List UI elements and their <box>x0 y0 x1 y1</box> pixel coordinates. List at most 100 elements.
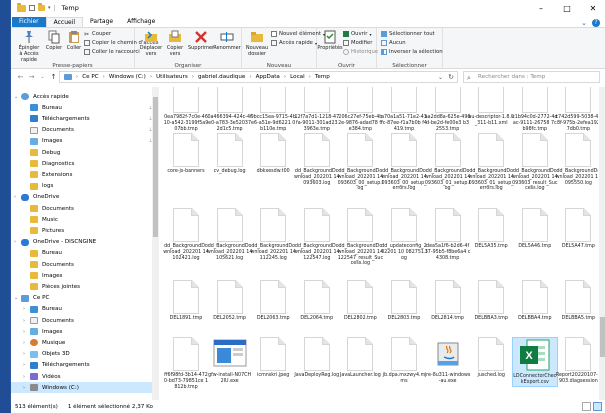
tab-partage[interactable]: Partage <box>83 17 120 27</box>
file-item[interactable]: dd_BackgroundDownload_202201 14122547_re… <box>337 208 383 267</box>
breadcrumb-item[interactable]: Utilisateurs <box>156 74 188 80</box>
nav-item[interactable]: › Images <box>11 326 157 337</box>
nav-item[interactable]: Pièces jointes <box>11 281 157 292</box>
nav-item[interactable]: ⌄ Accès rapide <box>11 91 157 102</box>
select-none-button[interactable]: Aucun <box>381 40 406 46</box>
chevron-right-icon[interactable]: › <box>23 318 30 324</box>
chevron-right-icon[interactable]: › <box>23 385 30 391</box>
nav-item[interactable]: Extensions <box>11 169 157 180</box>
nav-scrollbar[interactable] <box>152 87 159 400</box>
qa-dropdown-icon[interactable]: ▾ <box>48 5 51 11</box>
file-item[interactable]: dd_BackgroundDownload_202201 14102421.lo… <box>163 208 209 261</box>
file-item[interactable]: 0ea7982f-7c0e-4610-a542-3199f5a907bb.tmp <box>163 87 209 132</box>
nav-item[interactable]: Bureau ⊥ <box>11 102 157 113</box>
nav-item[interactable]: Debug <box>11 147 157 158</box>
invert-selection-button[interactable]: Inverser la sélection <box>381 49 443 55</box>
file-item[interactable]: dd_BackgroundDownload_202201 14093603_00… <box>381 133 427 192</box>
file-item[interactable]: DEL2064.tmp <box>294 280 340 322</box>
file-item[interactable]: JavaDeployReg.log <box>294 337 340 379</box>
nav-item[interactable]: Diagnostics <box>11 158 157 169</box>
nav-item[interactable]: › Bureau <box>11 304 157 315</box>
file-item[interactable]: cv_debug.log <box>207 133 253 175</box>
nav-item[interactable]: Bureau <box>11 248 157 259</box>
file-item[interactable]: jusched.log <box>468 337 514 379</box>
file-item[interactable]: Report20220107-0903.diagsession <box>555 337 598 385</box>
history-button[interactable]: Historique <box>343 49 378 55</box>
file-item[interactable]: dbkxesdw.t00 <box>250 133 296 175</box>
nav-item[interactable]: › Objets 3D <box>11 349 157 360</box>
file-item[interactable]: DEL5A46.tmp <box>512 208 558 250</box>
recent-dropdown-icon[interactable]: ⌄ <box>37 74 48 80</box>
file-item[interactable]: 9bcc15ea-9715-4be6-a51e-9d6221 0b110e.tm… <box>250 87 296 132</box>
file-item[interactable]: dd_BackgroundDownload_202201 14093603_00… <box>337 133 383 192</box>
copy-button[interactable]: Copier <box>45 30 63 51</box>
chevron-down-icon[interactable]: ⌄ <box>14 295 21 301</box>
file-item[interactable]: jre-8u311-windows-au.exe <box>425 337 471 385</box>
file-item[interactable]: dd_updateconfig_202201 10 082751.log <box>381 208 427 261</box>
chevron-right-icon[interactable]: › <box>14 194 21 200</box>
breadcrumb-item[interactable]: Windows (C:) <box>109 74 146 80</box>
file-item[interactable]: dd_BackgroundDownload_202201 14122547.lo… <box>294 208 340 261</box>
rename-button[interactable]: Renommer <box>213 30 241 51</box>
nav-item[interactable]: Pictures <box>11 225 157 236</box>
large-icons-view-button[interactable] <box>593 402 602 411</box>
nav-item[interactable]: › OneDrive - DISCNGINE <box>11 237 157 248</box>
breadcrumb-item[interactable]: Local <box>290 74 305 80</box>
breadcrumb-item[interactable]: AppData <box>256 74 280 80</box>
nav-item[interactable]: › Vidéos <box>11 371 157 382</box>
paste-shortcut-button[interactable]: Coller le raccourci <box>84 49 140 55</box>
address-bar[interactable]: › Ce PC › Windows (C:) › Utilisateurs › gabrie… <box>59 71 458 83</box>
chevron-right-icon[interactable]: › <box>150 74 152 80</box>
file-item[interactable]: icmnskri.jpeg <box>250 337 296 379</box>
open-button[interactable]: Ouvrir ▾ <box>343 31 372 37</box>
breadcrumb-item[interactable]: gabriel.daudique <box>198 74 245 80</box>
tab-accueil[interactable]: Accueil <box>45 17 84 27</box>
properties-small-icon[interactable] <box>29 5 35 11</box>
nav-item[interactable]: Téléchargements ⊥ <box>11 113 157 124</box>
ribbon-collapse-icon[interactable]: ⌄ <box>581 19 587 27</box>
chevron-right-icon[interactable]: › <box>103 74 105 80</box>
file-item[interactable]: dd_BackgroundDownload_202201 14093603.lo… <box>294 133 340 186</box>
file-item[interactable]: dd_BackgroundDownload_202201 14093603_01… <box>425 133 471 192</box>
copy-to-button[interactable]: Copier vers <box>165 30 185 57</box>
close-button[interactable]: ✕ <box>580 0 605 16</box>
move-to-button[interactable]: Déplacer vers <box>140 30 162 57</box>
paste-button[interactable]: Coller <box>66 30 82 51</box>
file-item[interactable]: ff6f98fd-3b14-4720-bd73-79851ce 1812b.tm… <box>163 337 209 390</box>
nav-item[interactable]: Images <box>11 270 157 281</box>
search-input[interactable]: ⌕ Rechercher dans : Temp <box>463 71 600 83</box>
chevron-right-icon[interactable]: › <box>23 374 30 380</box>
up-arrow-icon[interactable]: ↑ <box>48 73 59 81</box>
nav-item[interactable]: › Téléchargements <box>11 360 157 371</box>
maximize-button[interactable]: □ <box>554 0 580 16</box>
help-icon[interactable]: ? <box>592 19 600 27</box>
new-folder-small-icon[interactable] <box>38 3 45 11</box>
chevron-right-icon[interactable]: › <box>249 74 251 80</box>
nav-item[interactable]: Documents <box>11 203 157 214</box>
file-item[interactable]: 0a466394-424c-4fe0-a783-3e52037 2d1c5.tm… <box>207 87 253 132</box>
scroll-thumb[interactable] <box>600 317 605 357</box>
chevron-right-icon[interactable]: › <box>14 239 21 245</box>
file-item[interactable]: dd_BackgroundDownload_202201 14112245.lo… <box>250 208 296 261</box>
file-item[interactable]: dd_BackgroundDownload_202201 14093603_re… <box>512 133 558 192</box>
file-item[interactable]: DEL1891.tmp <box>163 280 209 322</box>
delete-button[interactable]: Supprimer <box>188 30 214 51</box>
nav-item[interactable]: Documents ⊥ <box>11 125 157 136</box>
nav-item[interactable]: ⌄ Ce PC <box>11 293 157 304</box>
file-item[interactable]: X LDConnectorCheckExport.csv <box>511 337 558 387</box>
tab-fichier[interactable]: Fichier <box>12 17 46 27</box>
chevron-right-icon[interactable]: › <box>284 74 286 80</box>
file-item[interactable]: jb.dpa.mxzwy4.mms <box>381 337 427 385</box>
tab-affichage[interactable]: Affichage <box>120 17 162 27</box>
nav-item[interactable]: › OneDrive <box>11 192 157 203</box>
chevron-right-icon[interactable]: › <box>309 74 311 80</box>
file-item[interactable]: DEL2052.tmp <box>207 280 253 322</box>
file-item[interactable]: a70a1a51-71e2-43fc-87ee-f1a7b0b f4419.tm… <box>381 87 427 132</box>
chevron-right-icon[interactable]: › <box>192 74 194 80</box>
scroll-thumb[interactable] <box>153 97 158 237</box>
nav-item[interactable]: Images ⊥ <box>11 136 157 147</box>
file-item[interactable]: DEL2814.tmp <box>425 280 471 322</box>
edit-button[interactable]: Modifier <box>343 40 372 46</box>
content-scrollbar[interactable] <box>599 87 605 400</box>
file-item[interactable]: c742d599-5038-448f-975b-2efea192 7db0.tm… <box>555 87 598 132</box>
